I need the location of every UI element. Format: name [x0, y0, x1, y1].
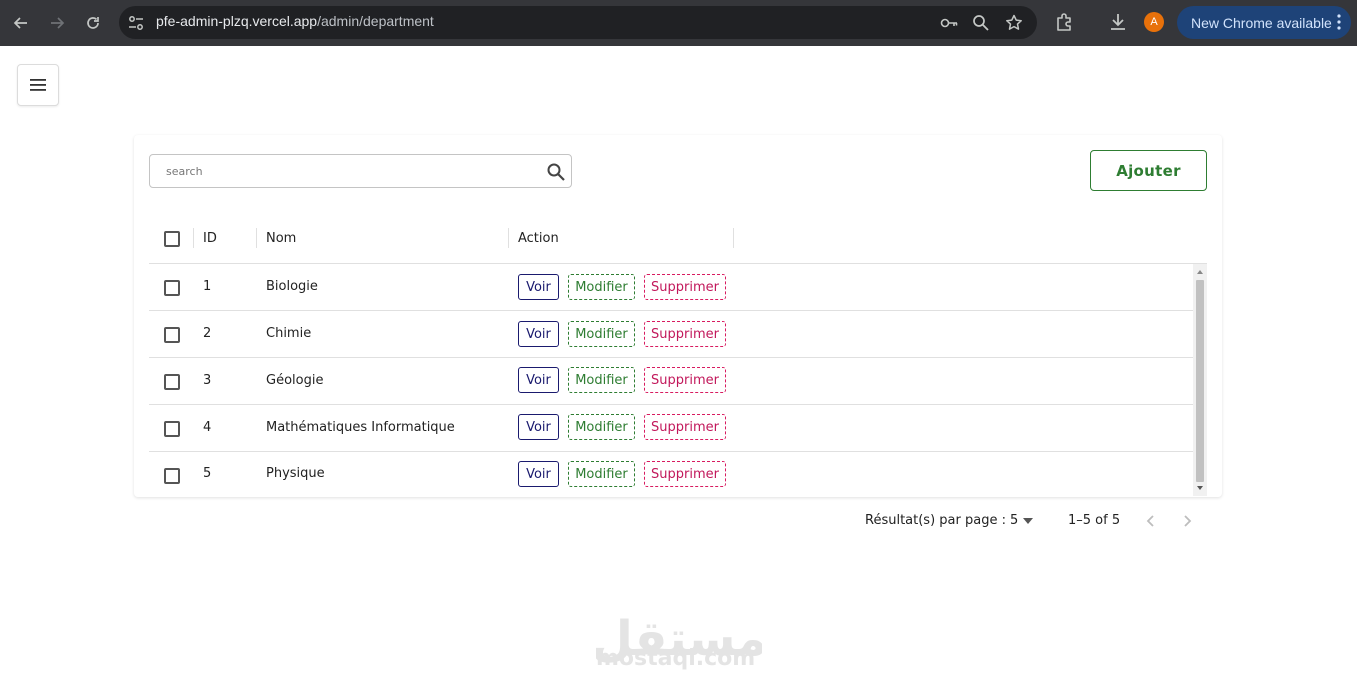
forward-arrow-icon[interactable] — [45, 11, 69, 35]
row-checkbox[interactable] — [164, 280, 180, 296]
url-text[interactable]: pfe-admin-plzq.vercel.app/admin/departme… — [156, 13, 434, 29]
delete-button[interactable]: Supprimer — [644, 461, 726, 487]
search-icon[interactable] — [545, 161, 567, 183]
view-button[interactable]: Voir — [518, 274, 559, 300]
row-id: 3 — [203, 373, 212, 388]
edit-button[interactable]: Modifier — [568, 274, 635, 300]
column-header-id[interactable]: ID — [203, 231, 217, 246]
view-button[interactable]: Voir — [518, 461, 559, 487]
kebab-menu-icon[interactable] — [1337, 12, 1341, 32]
column-separator — [193, 228, 194, 248]
select-all-checkbox[interactable] — [164, 231, 180, 247]
row-checkbox[interactable] — [164, 468, 180, 484]
column-separator — [508, 228, 509, 248]
table-row[interactable]: 4 Mathématiques Informatique Voir Modifi… — [149, 405, 1193, 452]
row-id: 1 — [203, 279, 212, 294]
watermark-text: mostaql.com — [596, 646, 756, 671]
download-icon[interactable] — [1107, 11, 1129, 33]
column-header-action[interactable]: Action — [518, 231, 559, 246]
row-nom: Géologie — [266, 373, 324, 388]
row-nom: Mathématiques Informatique — [266, 420, 455, 435]
edit-button[interactable]: Modifier — [568, 461, 635, 487]
bookmark-star-icon[interactable] — [1004, 13, 1024, 33]
row-checkbox[interactable] — [164, 327, 180, 343]
scrollbar-thumb[interactable] — [1196, 280, 1204, 482]
column-separator — [733, 228, 734, 248]
table-row[interactable]: 2 Chimie Voir Modifier Supprimer — [149, 311, 1193, 358]
row-id: 2 — [203, 326, 212, 341]
hamburger-menu-icon — [30, 79, 46, 91]
profile-avatar[interactable]: A — [1144, 12, 1164, 32]
row-id: 5 — [203, 466, 212, 481]
view-button[interactable]: Voir — [518, 367, 559, 393]
search-field[interactable] — [149, 154, 572, 188]
browser-toolbar: pfe-admin-plzq.vercel.app/admin/departme… — [0, 0, 1357, 46]
address-bar[interactable]: pfe-admin-plzq.vercel.app/admin/departme… — [119, 6, 1037, 39]
site-settings-icon[interactable] — [127, 14, 145, 32]
password-key-icon[interactable] — [939, 13, 959, 33]
menu-toggle-button[interactable] — [17, 64, 59, 106]
delete-button[interactable]: Supprimer — [644, 367, 726, 393]
edit-button[interactable]: Modifier — [568, 367, 635, 393]
rows-per-page-label: Résultat(s) par page : — [865, 513, 1006, 528]
table-row[interactable]: 1 Biologie Voir Modifier Supprimer — [149, 264, 1193, 311]
delete-button[interactable]: Supprimer — [644, 321, 726, 347]
url-path: /admin/department — [317, 13, 434, 29]
url-host: pfe-admin-plzq.vercel.app — [156, 13, 318, 29]
previous-page-icon[interactable] — [1142, 512, 1160, 530]
view-button[interactable]: Voir — [518, 414, 559, 440]
reload-icon[interactable] — [81, 11, 105, 35]
scroll-up-arrow-icon[interactable] — [1196, 268, 1204, 276]
scroll-down-arrow-icon[interactable] — [1196, 484, 1204, 492]
zoom-icon[interactable] — [971, 13, 991, 33]
pagination-range: 1–5 of 5 — [1068, 513, 1121, 528]
view-button[interactable]: Voir — [518, 321, 559, 347]
new-chrome-available-button[interactable]: New Chrome available — [1177, 6, 1351, 39]
row-id: 4 — [203, 420, 212, 435]
extensions-puzzle-icon[interactable] — [1054, 11, 1076, 33]
delete-button[interactable]: Supprimer — [644, 414, 726, 440]
table-row[interactable]: 5 Physique Voir Modifier Supprimer — [149, 452, 1193, 499]
table-row[interactable]: 3 Géologie Voir Modifier Supprimer — [149, 358, 1193, 405]
row-checkbox[interactable] — [164, 374, 180, 390]
row-nom: Biologie — [266, 279, 318, 294]
row-nom: Chimie — [266, 326, 312, 341]
next-page-icon[interactable] — [1178, 512, 1196, 530]
table-scrollbar[interactable] — [1193, 264, 1207, 496]
update-label: New Chrome available — [1191, 14, 1332, 31]
row-nom: Physique — [266, 466, 325, 481]
rows-per-page-select[interactable]: 5 — [1010, 513, 1018, 528]
row-checkbox[interactable] — [164, 421, 180, 437]
delete-button[interactable]: Supprimer — [644, 274, 726, 300]
back-arrow-icon[interactable] — [9, 11, 33, 35]
caret-down-icon[interactable] — [1023, 518, 1033, 524]
add-department-button[interactable]: Ajouter — [1090, 150, 1207, 191]
edit-button[interactable]: Modifier — [568, 321, 635, 347]
column-separator — [256, 228, 257, 248]
column-header-nom[interactable]: Nom — [266, 231, 296, 246]
edit-button[interactable]: Modifier — [568, 414, 635, 440]
search-input[interactable] — [150, 155, 540, 187]
